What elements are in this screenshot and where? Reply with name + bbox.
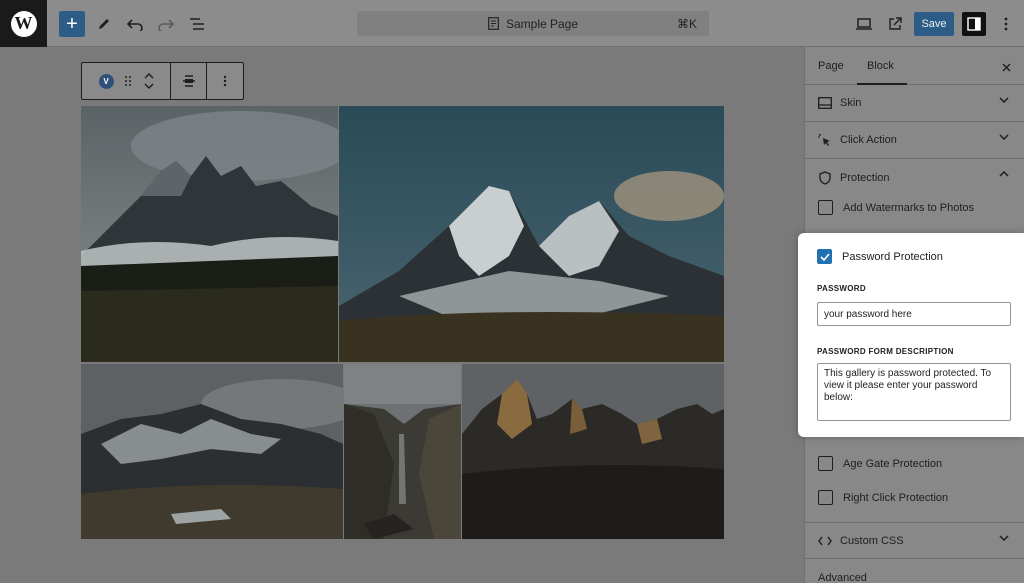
redo-button[interactable] [153,11,179,37]
block-toolbar: V [81,62,244,100]
pencil-icon [99,19,109,29]
keyboard-shortcut: ⌘K [676,16,697,31]
chevron-up-icon [999,171,1009,177]
wordpress-logo-button[interactable]: W [0,0,47,47]
panel-title: Click Action [840,134,897,146]
panel-protection[interactable]: Protection [805,159,1024,196]
external-link-icon [889,17,902,30]
password-input[interactable] [817,302,1011,326]
move-up-icon[interactable] [144,73,154,79]
page-title: Sample Page [505,16,579,31]
watermarks-label: Add Watermarks to Photos [843,201,975,214]
panel-click-action[interactable]: Click Action [805,122,1024,159]
panel-advanced[interactable]: Advanced [805,559,1024,583]
close-sidebar-button[interactable] [1002,59,1011,77]
tab-block[interactable]: Block [867,60,894,72]
password-protection-card: Password Protection PASSWORD PASSWORD FO… [798,233,1024,437]
editor-top-bar: W + Sample Page ⌘K Save [0,0,1024,47]
undo-button[interactable] [122,11,148,37]
chevron-down-icon [999,134,1009,140]
password-protection-option[interactable]: Password Protection [817,249,943,264]
move-buttons [144,73,154,89]
right-click-checkbox[interactable] [818,490,833,505]
laptop-icon [856,18,872,30]
drag-handle-icon[interactable] [124,75,132,87]
pointer-icon [818,133,832,147]
panel-title: Skin [840,97,862,109]
more-vertical-icon [223,75,227,87]
save-button[interactable]: Save [914,12,954,36]
panel-title: Custom CSS [840,534,904,547]
view-page-button[interactable] [882,11,908,37]
age-gate-checkbox[interactable] [818,456,833,471]
age-gate-label: Age Gate Protection [843,457,943,470]
panel-title: Advanced [818,572,867,583]
right-click-label: Right Click Protection [843,491,949,504]
watermarks-checkbox[interactable] [818,200,833,215]
chevron-down-icon [999,97,1009,103]
gallery-photo[interactable] [344,364,461,539]
check-icon [819,252,830,261]
add-block-button[interactable]: + [59,11,85,37]
sidebar-icon [967,17,981,31]
document-overview-button[interactable] [184,11,210,37]
block-options-button[interactable] [207,63,243,99]
password-protection-checkbox[interactable] [817,249,832,264]
password-protection-label: Password Protection [842,250,943,263]
image-gallery[interactable] [81,106,724,539]
gallery-photo[interactable] [462,364,724,539]
gallery-photo[interactable] [81,364,343,539]
move-down-icon[interactable] [144,83,154,89]
list-view-icon [190,18,204,30]
tools-button[interactable] [91,11,117,37]
skin-icon [818,96,832,110]
description-label: PASSWORD FORM DESCRIPTION [817,347,954,356]
block-type-icon[interactable]: V [98,73,114,89]
options-menu-button[interactable] [993,11,1019,37]
document-icon [488,17,499,30]
command-palette-bar[interactable]: Sample Page ⌘K [357,11,709,36]
age-gate-option[interactable]: Age Gate Protection [818,456,942,471]
gallery-photo[interactable] [81,106,338,362]
tab-page[interactable]: Page [818,60,844,72]
watermarks-option[interactable]: Add Watermarks to Photos [818,200,974,215]
password-description-textarea[interactable]: This gallery is password protected. To v… [817,363,1011,421]
plus-icon: + [66,12,78,35]
block-controls-group: V [82,63,171,99]
gallery-photo[interactable] [339,106,724,362]
preview-button[interactable] [851,11,877,37]
redo-icon [158,19,174,31]
chevron-down-icon [999,535,1009,541]
settings-toggle-button[interactable] [962,12,986,36]
wordpress-icon: W [10,10,37,37]
password-label: PASSWORD [817,284,866,293]
right-click-option[interactable]: Right Click Protection [818,490,948,505]
more-vertical-icon [1004,17,1008,31]
panel-skin[interactable]: Skin [805,85,1024,122]
undo-icon [127,19,143,31]
panel-custom-css[interactable]: Custom CSS [805,522,1024,559]
shield-icon [818,170,832,185]
align-center-icon [182,75,195,87]
panel-title: Protection [840,171,890,184]
sidebar-tabs: Page Block [805,47,1024,85]
close-icon [1002,63,1011,72]
align-button[interactable] [171,63,207,99]
code-icon [818,534,832,548]
